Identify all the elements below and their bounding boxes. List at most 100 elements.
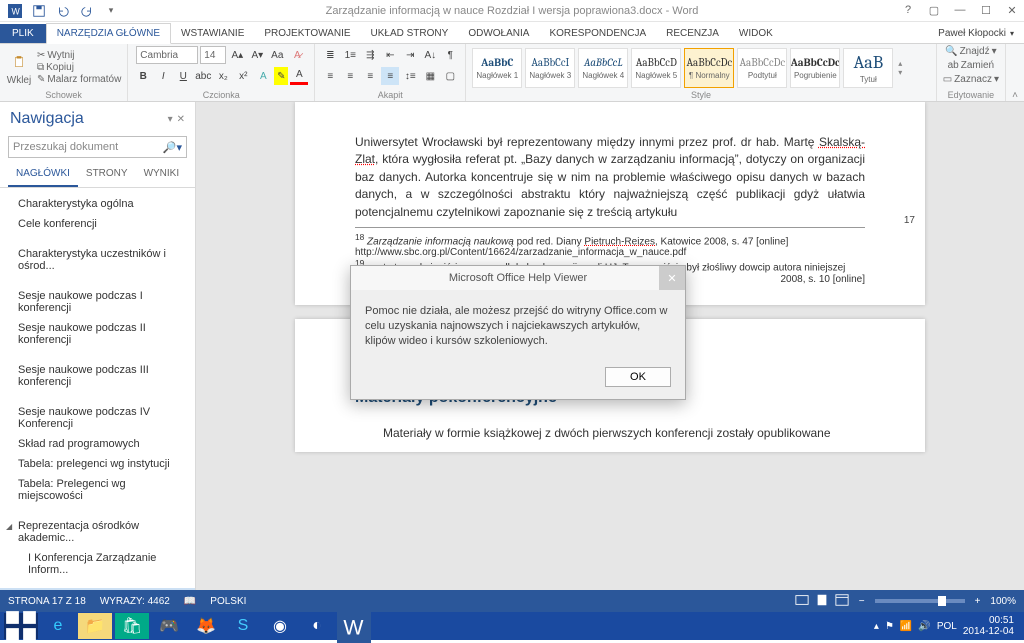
nav-item[interactable]: Reprezentacja ośrodków akademic... — [0, 516, 195, 548]
style-title[interactable]: AaBTytuł — [843, 48, 893, 88]
numbering-icon[interactable]: 1≡ — [341, 46, 359, 64]
align-left-icon[interactable]: ≡ — [321, 67, 339, 85]
tab-file[interactable]: PLIK — [0, 24, 46, 43]
highlight-icon[interactable]: ✎ — [274, 67, 288, 85]
tab-insert[interactable]: WSTAWIANIE — [171, 24, 254, 43]
text-effects-icon[interactable]: A — [254, 67, 272, 85]
font-size-combo[interactable]: 14 — [200, 46, 226, 64]
save-icon[interactable] — [30, 2, 48, 20]
start-button[interactable] — [4, 613, 38, 639]
tray-network-icon[interactable]: 📶 — [900, 621, 912, 632]
tab-references[interactable]: ODWOŁANIA — [458, 24, 539, 43]
cut-label[interactable]: Wytnij — [47, 50, 74, 61]
nav-tab-pages[interactable]: STRONY — [78, 162, 136, 187]
tab-design[interactable]: PROJEKTOWANIE — [254, 24, 360, 43]
status-proof-icon[interactable]: 📖 — [184, 596, 196, 607]
taskbar-ie-icon[interactable]: e — [41, 613, 75, 639]
cut-icon[interactable]: ✂ — [37, 50, 45, 61]
find-label[interactable]: Znajdź — [960, 46, 990, 57]
view-read-icon[interactable] — [795, 593, 809, 610]
zoom-out-icon[interactable]: − — [859, 596, 865, 607]
font-color-icon[interactable]: A — [290, 67, 308, 85]
indent-inc-icon[interactable]: ⇥ — [401, 46, 419, 64]
line-spacing-icon[interactable]: ↕≡ — [401, 67, 419, 85]
select-icon[interactable]: ▭ — [943, 74, 952, 85]
grow-font-icon[interactable]: A▴ — [228, 46, 246, 64]
zoom-in-icon[interactable]: + — [975, 596, 981, 607]
nav-dropdown-icon[interactable]: ▾ — [168, 114, 173, 125]
nav-item[interactable]: Skład rad programowych — [0, 434, 195, 454]
ribbon-options-icon[interactable]: ▢ — [922, 4, 946, 17]
nav-item[interactable]: Tabela: prelegenci wg instytucji — [0, 454, 195, 474]
tab-home[interactable]: NARZĘDZIA GŁÓWNE — [46, 23, 171, 44]
style-normal[interactable]: AaBbCcDc¶ Normalny — [684, 48, 734, 88]
subscript-icon[interactable]: x₂ — [214, 67, 232, 85]
tab-mailings[interactable]: KORESPONDENCJA — [539, 24, 656, 43]
maximize-icon[interactable]: ☐ — [974, 4, 998, 17]
nav-close-icon[interactable]: ✕ — [177, 114, 185, 125]
style-heading5[interactable]: AaBbCcDNagłówek 5 — [631, 48, 681, 88]
taskbar-store-icon[interactable]: 🛍 — [115, 613, 149, 639]
nav-search-input[interactable]: Przeszukaj dokument 🔎▾ — [8, 136, 187, 158]
underline-icon[interactable]: U — [174, 67, 192, 85]
taskbar-explorer-icon[interactable]: 📁 — [78, 613, 112, 639]
copy-label[interactable]: Kopiuj — [46, 62, 74, 73]
nav-item[interactable]: Sesje naukowe podczas I konferencji — [0, 286, 195, 318]
nav-item[interactable]: Cele konferencji — [0, 214, 195, 234]
tray-volume-icon[interactable]: 🔊 — [918, 621, 930, 632]
taskbar-skype-icon[interactable]: S — [226, 613, 260, 639]
paste-icon[interactable] — [6, 49, 32, 75]
nav-tab-headings[interactable]: NAGŁÓWKI — [8, 162, 78, 187]
status-language[interactable]: POLSKI — [210, 596, 246, 607]
sort-icon[interactable]: A↓ — [421, 46, 439, 64]
justify-icon[interactable]: ≡ — [381, 67, 399, 85]
nav-item[interactable]: Tabela: Prelegenci wg miejscowości — [0, 474, 195, 506]
taskbar-word-icon[interactable]: W — [337, 613, 371, 639]
taskbar-firefox-icon[interactable]: 🦊 — [189, 613, 223, 639]
nav-item[interactable]: Charakterystyka uczestników i ośrod... — [0, 244, 195, 276]
tray-date[interactable]: 2014-12-04 — [963, 626, 1014, 637]
minimize-icon[interactable]: — — [948, 4, 972, 17]
replace-label[interactable]: Zamień — [961, 60, 994, 71]
nav-item[interactable]: Charakterystyka ogólna — [0, 194, 195, 214]
nav-item[interactable]: I Konferencja Zarządzanie Inform... — [0, 548, 195, 580]
superscript-icon[interactable]: x² — [234, 67, 252, 85]
status-words[interactable]: WYRAZY: 4462 — [100, 596, 170, 607]
nav-item[interactable]: Sesje naukowe podczas II konferencji — [0, 318, 195, 350]
dialog-ok-button[interactable]: OK — [605, 367, 671, 387]
tray-up-icon[interactable]: ▴ — [874, 621, 879, 632]
tab-review[interactable]: RECENZJA — [656, 24, 729, 43]
find-icon[interactable]: 🔍 — [945, 46, 957, 57]
borders-icon[interactable]: ▢ — [441, 67, 459, 85]
style-heading1[interactable]: AaBbCNagłówek 1 — [472, 48, 522, 88]
change-case-icon[interactable]: Aa — [268, 46, 286, 64]
style-heading4[interactable]: AaBbCcLNagłówek 4 — [578, 48, 628, 88]
italic-icon[interactable]: I — [154, 67, 172, 85]
undo-icon[interactable] — [54, 2, 72, 20]
bold-icon[interactable]: B — [134, 67, 152, 85]
select-label[interactable]: Zaznacz — [954, 74, 992, 85]
qat-more-icon[interactable]: ▾ — [102, 2, 120, 20]
show-marks-icon[interactable]: ¶ — [441, 46, 459, 64]
redo-icon[interactable] — [78, 2, 96, 20]
tray-lang[interactable]: POL — [937, 621, 957, 632]
view-web-icon[interactable] — [835, 593, 849, 610]
tray-flag-icon[interactable]: ⚑ — [885, 621, 894, 632]
tab-layout[interactable]: UKŁAD STRONY — [361, 24, 459, 43]
tray-time[interactable]: 00:51 — [963, 615, 1014, 626]
dialog-close-icon[interactable]: ✕ — [659, 266, 685, 290]
search-icon[interactable]: 🔎▾ — [163, 141, 182, 154]
taskbar-app-icon[interactable]: 🎮 — [152, 613, 186, 639]
shading-icon[interactable]: ▦ — [421, 67, 439, 85]
style-subtitle[interactable]: AaBbCcDcPodtytuł — [737, 48, 787, 88]
paste-label[interactable]: Wklej — [7, 75, 31, 86]
painter-label[interactable]: Malarz formatów — [47, 74, 121, 85]
nav-item[interactable]: Sesje naukowe podczas IV Konferencji — [0, 402, 195, 434]
multilevel-icon[interactable]: ⇶ — [361, 46, 379, 64]
replace-icon[interactable]: ab — [948, 60, 959, 71]
view-print-icon[interactable] — [815, 593, 829, 610]
painter-icon[interactable]: ✎ — [37, 74, 45, 85]
style-bold[interactable]: AaBbCcDcPogrubienie — [790, 48, 840, 88]
indent-dec-icon[interactable]: ⇤ — [381, 46, 399, 64]
user-name[interactable]: Paweł Kłopocki ▾ — [928, 24, 1024, 43]
